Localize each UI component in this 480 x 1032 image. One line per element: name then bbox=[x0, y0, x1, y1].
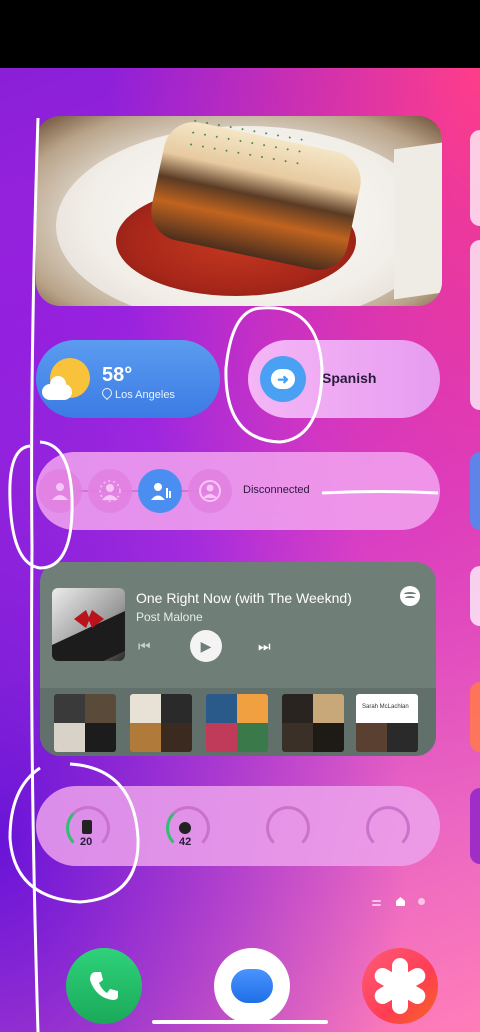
album-quad bbox=[313, 694, 344, 723]
album-quad bbox=[85, 723, 116, 752]
napkin-image bbox=[394, 142, 442, 300]
location: Los Angeles bbox=[99, 385, 175, 401]
earbuds-status: Disconnected bbox=[243, 484, 310, 496]
cloud-icon bbox=[42, 376, 72, 400]
album-quad bbox=[282, 723, 313, 752]
battery-ring bbox=[366, 806, 410, 850]
edge-panel-widget[interactable] bbox=[470, 130, 480, 226]
home-screen: 58° Los Angeles ➜ Spanish Disconnected O… bbox=[0, 68, 480, 1032]
battery-ring bbox=[266, 806, 310, 850]
edge-panel-widget[interactable] bbox=[470, 682, 480, 752]
messages-app-icon[interactable] bbox=[214, 948, 290, 1024]
mode-ambient-button[interactable] bbox=[88, 469, 132, 513]
edge-panel-widget[interactable] bbox=[470, 566, 480, 626]
translate-widget[interactable]: ➜ Spanish bbox=[248, 340, 440, 418]
next-track-icon[interactable]: ⏭ bbox=[258, 638, 271, 655]
flower-icon bbox=[362, 948, 438, 1024]
album-quad bbox=[85, 694, 116, 723]
temperature: 58° bbox=[102, 364, 133, 386]
location-label: Los Angeles bbox=[115, 389, 175, 401]
mode-off-button[interactable] bbox=[38, 469, 82, 513]
song-title: One Right Now (with The Weeknd) bbox=[136, 590, 352, 606]
album-tile[interactable] bbox=[206, 694, 268, 752]
page-dot bbox=[372, 904, 381, 906]
play-button[interactable]: ▶ bbox=[190, 630, 222, 662]
phone-icon bbox=[82, 820, 92, 834]
home-bar[interactable] bbox=[152, 1020, 328, 1024]
previous-track-icon[interactable]: ⏮ bbox=[138, 638, 151, 655]
message-bubble-icon bbox=[231, 969, 273, 1003]
album-quad bbox=[313, 723, 344, 752]
album-cover[interactable] bbox=[52, 588, 125, 661]
weather-widget[interactable]: 58° Los Angeles bbox=[36, 340, 220, 418]
album-quad bbox=[161, 723, 192, 752]
album-quad bbox=[206, 694, 237, 723]
battery-value: 20 bbox=[80, 836, 93, 848]
song-artist: Post Malone bbox=[136, 610, 203, 624]
album-quad bbox=[237, 694, 268, 723]
spotify-icon[interactable] bbox=[400, 586, 420, 606]
album-quad bbox=[54, 694, 85, 723]
album-tile[interactable] bbox=[54, 694, 116, 752]
location-pin-icon bbox=[99, 385, 115, 401]
mode-adaptive-button[interactable] bbox=[138, 469, 182, 513]
album-quad bbox=[282, 694, 313, 723]
album-tile[interactable] bbox=[130, 694, 192, 752]
home-page-icon bbox=[396, 897, 405, 906]
edge-panel-widget[interactable] bbox=[470, 452, 480, 530]
album-title: Sarah McLachlan bbox=[362, 704, 409, 710]
phone-app-icon[interactable] bbox=[66, 948, 142, 1024]
earbuds-widget[interactable]: Disconnected bbox=[36, 452, 440, 530]
album-quad bbox=[356, 723, 387, 752]
album-quad bbox=[206, 723, 237, 752]
page-dot bbox=[372, 900, 381, 902]
album-row: Sarah McLachlan bbox=[40, 688, 436, 756]
battery-widget[interactable]: 20 42 bbox=[36, 786, 440, 866]
mode-noise-cancel-button[interactable] bbox=[188, 469, 232, 513]
watch-icon bbox=[179, 822, 191, 834]
album-quad bbox=[54, 723, 85, 752]
translate-language: Spanish bbox=[322, 370, 377, 386]
battery-value: 42 bbox=[179, 836, 192, 848]
album-tile[interactable] bbox=[282, 694, 344, 752]
gallery-app-icon[interactable] bbox=[362, 948, 438, 1024]
album-tile[interactable]: Sarah McLachlan bbox=[356, 694, 418, 752]
album-quad bbox=[130, 723, 161, 752]
album-quad bbox=[161, 694, 192, 723]
album-quad bbox=[237, 723, 268, 752]
translate-bubble-icon[interactable]: ➜ bbox=[260, 356, 306, 402]
music-widget[interactable]: One Right Now (with The Weeknd) Post Mal… bbox=[40, 562, 436, 756]
album-quad bbox=[130, 694, 161, 723]
photo-widget[interactable] bbox=[36, 116, 442, 306]
edge-panel-widget[interactable] bbox=[470, 788, 480, 864]
page-dot bbox=[418, 898, 425, 905]
edge-panel-widget[interactable] bbox=[470, 240, 480, 410]
album-quad bbox=[387, 723, 418, 752]
